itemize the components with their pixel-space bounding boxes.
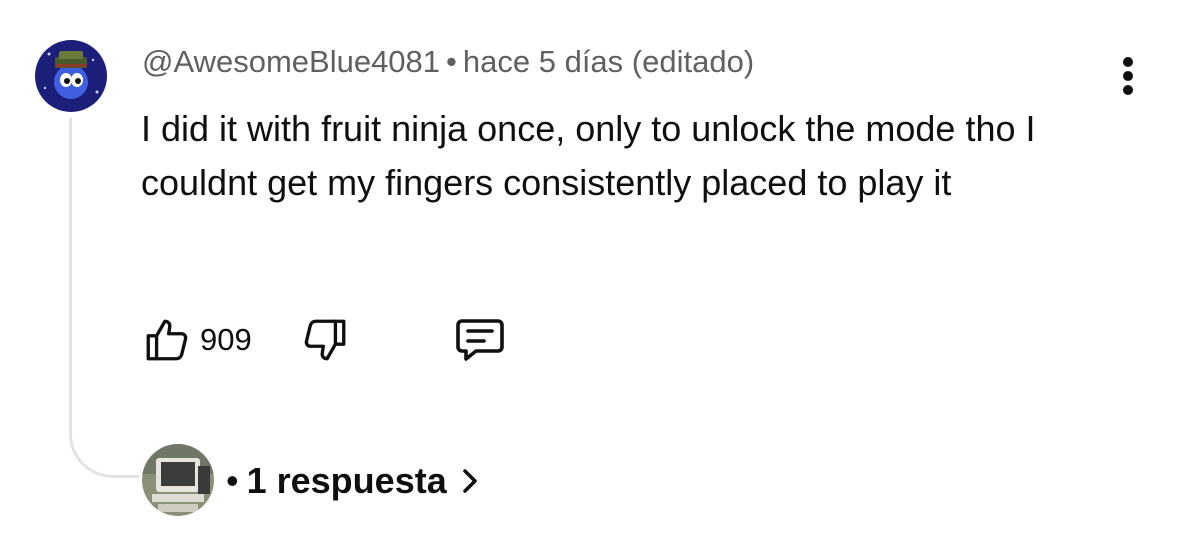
blue-creature-avatar-icon xyxy=(35,40,107,112)
thumb-down-icon xyxy=(304,319,346,361)
comment-body: I did it with fruit ninja once, only to … xyxy=(141,108,1036,203)
reply-thread-line xyxy=(69,118,139,478)
more-options-button[interactable] xyxy=(1108,52,1148,100)
replies-label[interactable]: 1 respuesta xyxy=(247,460,447,502)
replies-separator: • xyxy=(226,460,239,501)
dislike-button[interactable] xyxy=(300,315,350,365)
header-separator: • xyxy=(446,44,457,79)
comment-author-handle[interactable]: @AwesomeBlue4081 xyxy=(142,44,440,79)
comment-author-avatar[interactable] xyxy=(35,40,107,112)
like-button[interactable] xyxy=(142,315,192,365)
reply-author-avatar[interactable] xyxy=(142,444,214,516)
view-replies-button[interactable]: • 1 respuesta xyxy=(226,460,481,502)
computer-avatar-icon xyxy=(142,444,214,516)
comment-timestamp[interactable]: hace 5 días (editado) xyxy=(463,44,754,79)
more-vert-icon xyxy=(1123,57,1133,95)
comment-reply-icon xyxy=(456,319,504,361)
reply-button[interactable] xyxy=(452,315,508,365)
comment-header: @AwesomeBlue4081 • hace 5 días (editado) xyxy=(142,44,754,80)
like-count: 909 xyxy=(200,322,252,357)
thumb-up-icon xyxy=(146,319,188,361)
chevron-right-icon xyxy=(462,469,477,493)
